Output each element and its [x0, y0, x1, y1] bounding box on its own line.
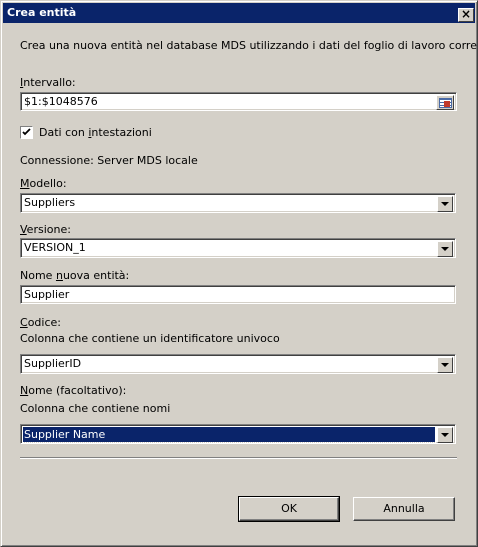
- create-entity-dialog: Crea entità × Crea una nuova entità nel …: [0, 0, 478, 547]
- model-combo[interactable]: Suppliers: [20, 193, 456, 213]
- code-value: SupplierID: [24, 357, 82, 370]
- close-button[interactable]: ×: [458, 8, 474, 22]
- ok-button[interactable]: OK: [238, 496, 340, 522]
- model-label: Modello:: [20, 177, 67, 190]
- title-bar: Crea entità ×: [3, 3, 475, 23]
- connection-text: Connessione: Server MDS locale: [20, 154, 198, 167]
- code-combo[interactable]: SupplierID: [20, 354, 456, 374]
- model-value: Suppliers: [24, 196, 76, 209]
- new-entity-input[interactable]: Supplier: [20, 285, 456, 304]
- code-label: Codice:: [20, 316, 61, 329]
- version-value: VERSION_1: [24, 241, 86, 254]
- cancel-button[interactable]: Annulla: [353, 497, 455, 521]
- name-label: Nome (facoltativo):: [20, 384, 127, 397]
- name-combo[interactable]: Supplier Name: [20, 424, 456, 444]
- range-select-button[interactable]: [436, 95, 454, 110]
- name-hint: Colonna che contiene nomi: [20, 402, 171, 415]
- range-label: Intervallo:: [20, 76, 76, 89]
- new-entity-value: Supplier: [24, 288, 70, 301]
- code-hint: Colonna che contiene un identificatore u…: [20, 332, 280, 345]
- headers-checkbox[interactable]: [20, 126, 33, 139]
- range-input[interactable]: $1:$1048576: [20, 92, 457, 111]
- headers-checkbox-label[interactable]: Dati con intestazioni: [39, 126, 152, 139]
- dropdown-arrow-icon[interactable]: [437, 196, 453, 212]
- name-value: Supplier Name: [22, 426, 436, 443]
- dropdown-arrow-icon[interactable]: [437, 241, 453, 257]
- dropdown-arrow-icon[interactable]: [437, 427, 453, 443]
- dropdown-arrow-icon[interactable]: [437, 357, 453, 373]
- dialog-title: Crea entità: [7, 6, 77, 19]
- description-text: Crea una nuova entità nel database MDS u…: [20, 39, 478, 52]
- close-icon: ×: [460, 7, 472, 21]
- separator: [20, 457, 457, 459]
- checkmark-icon: [22, 128, 31, 136]
- version-label: Versione:: [20, 223, 71, 236]
- new-entity-label: Nome nuova entità:: [20, 269, 130, 282]
- range-select-arrow: [444, 101, 450, 107]
- range-value: $1:$1048576: [24, 95, 98, 108]
- version-combo[interactable]: VERSION_1: [20, 238, 456, 258]
